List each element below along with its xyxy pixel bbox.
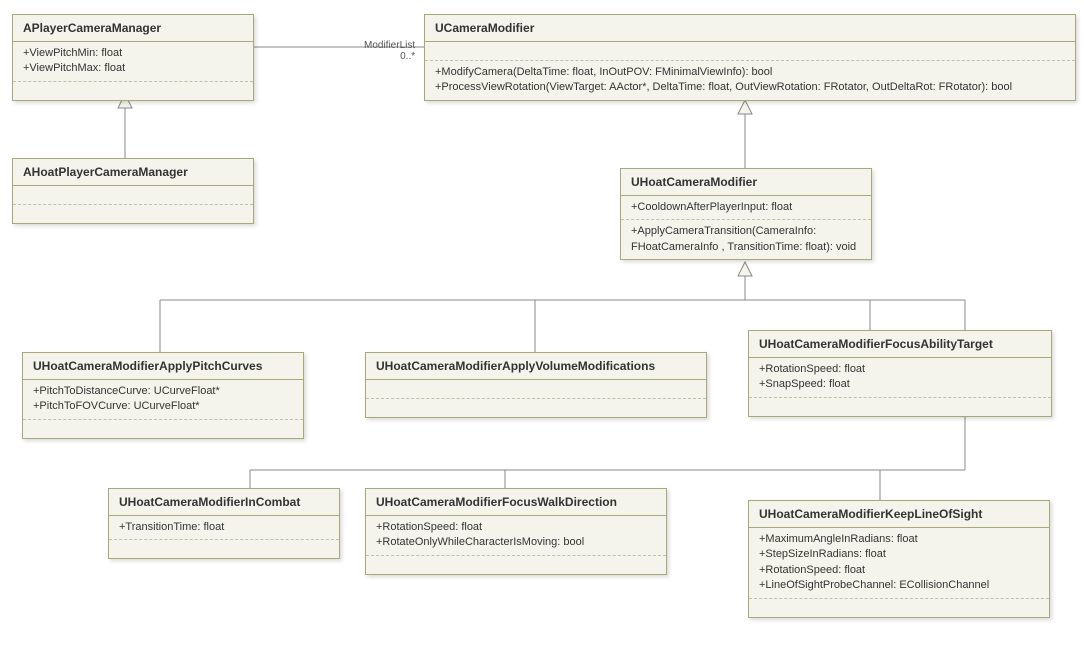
class-ops: +ModifyCamera(DeltaTime: float, InOutPOV…	[425, 61, 1075, 100]
class-title: UHoatCameraModifierFocusAbilityTarget	[749, 331, 1051, 358]
class-attrs	[13, 186, 253, 205]
class-title: AHoatPlayerCameraManager	[13, 159, 253, 186]
class-ops	[13, 205, 253, 223]
class-attrs: +TransitionTime: float	[109, 516, 339, 540]
class-attrs: +RotationSpeed: float +SnapSpeed: float	[749, 358, 1051, 398]
class-focus-ability: UHoatCameraModifierFocusAbilityTarget +R…	[748, 330, 1052, 417]
class-ops	[109, 540, 339, 558]
class-title: APlayerCameraManager	[13, 15, 253, 42]
class-title: UHoatCameraModifier	[621, 169, 871, 196]
class-ops: +ApplyCameraTransition(CameraInfo: FHoat…	[621, 220, 871, 259]
class-title: UHoatCameraModifierApplyVolumeModificati…	[366, 353, 706, 380]
class-aplayer-camera-manager: APlayerCameraManager +ViewPitchMin: floa…	[12, 14, 254, 101]
class-title: UHoatCameraModifierKeepLineOfSight	[749, 501, 1049, 528]
class-ops	[23, 420, 303, 438]
class-ucamera-modifier: UCameraModifier +ModifyCamera(DeltaTime:…	[424, 14, 1076, 101]
class-attrs	[425, 42, 1075, 61]
class-title: UCameraModifier	[425, 15, 1075, 42]
class-ops	[366, 556, 666, 574]
class-volume-mods: UHoatCameraModifierApplyVolumeModificati…	[365, 352, 707, 418]
class-focus-walk: UHoatCameraModifierFocusWalkDirection +R…	[365, 488, 667, 575]
class-attrs	[366, 380, 706, 399]
class-pitch-curves: UHoatCameraModifierApplyPitchCurves +Pit…	[22, 352, 304, 439]
class-uhoat-camera-modifier: UHoatCameraModifier +CooldownAfterPlayer…	[620, 168, 872, 260]
class-keep-los: UHoatCameraModifierKeepLineOfSight +Maxi…	[748, 500, 1050, 618]
class-title: UHoatCameraModifierApplyPitchCurves	[23, 353, 303, 380]
class-title: UHoatCameraModifierFocusWalkDirection	[366, 489, 666, 516]
class-ops	[13, 82, 253, 100]
class-attrs: +MaximumAngleInRadians: float +StepSizeI…	[749, 528, 1049, 599]
class-attrs: +ViewPitchMin: float +ViewPitchMax: floa…	[13, 42, 253, 82]
class-attrs: +RotationSpeed: float +RotateOnlyWhileCh…	[366, 516, 666, 556]
assoc-label: ModifierList 0..*	[364, 40, 415, 62]
class-ops	[749, 599, 1049, 617]
class-attrs: +CooldownAfterPlayerInput: float	[621, 196, 871, 220]
class-ops	[366, 399, 706, 417]
class-attrs: +PitchToDistanceCurve: UCurveFloat* +Pit…	[23, 380, 303, 420]
class-in-combat: UHoatCameraModifierInCombat +TransitionT…	[108, 488, 340, 559]
class-ahoat-player-camera-manager: AHoatPlayerCameraManager	[12, 158, 254, 224]
class-title: UHoatCameraModifierInCombat	[109, 489, 339, 516]
class-ops	[749, 398, 1051, 416]
